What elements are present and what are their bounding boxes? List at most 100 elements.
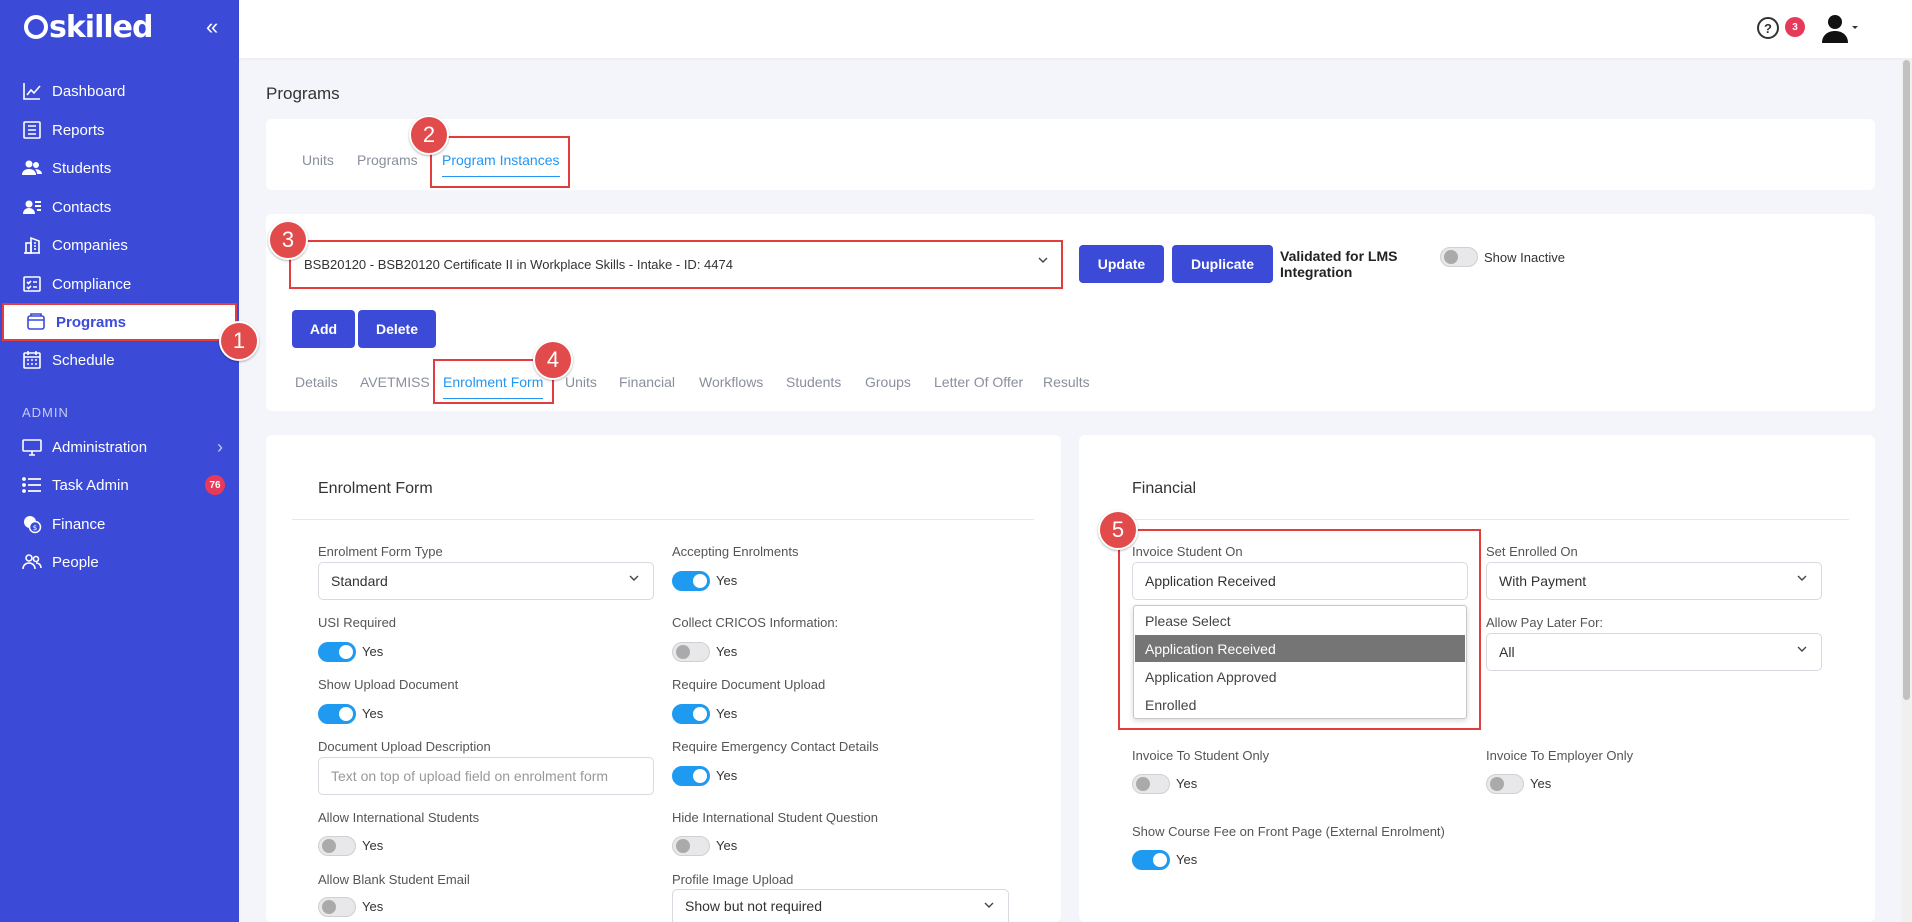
- chevron-down-icon: [1797, 575, 1807, 581]
- sidebar-item-people[interactable]: People: [0, 543, 239, 581]
- usi-required-label: USI Required: [318, 615, 397, 630]
- collect-cricos-toggle[interactable]: [672, 642, 710, 662]
- chevron-down-icon: [629, 575, 639, 581]
- sidebar-item-dashboard[interactable]: Dashboard: [0, 72, 239, 110]
- accepting-enrolments-toggle[interactable]: [672, 571, 710, 591]
- user-avatar-icon[interactable]: [1822, 13, 1858, 43]
- sidebar-item-reports[interactable]: Reports: [0, 111, 239, 149]
- highlight-program-instances: [430, 136, 570, 188]
- page-title: Programs: [266, 84, 340, 103]
- tab-units-detail[interactable]: Units: [565, 374, 597, 390]
- tab-avetmiss[interactable]: AVETMISS: [360, 374, 430, 390]
- blank-email-label: Allow Blank Student Email: [318, 872, 470, 887]
- divider: [292, 519, 1034, 520]
- show-upload-label: Show Upload Document: [318, 677, 459, 692]
- sidebar-item-companies[interactable]: Companies: [0, 226, 239, 264]
- step-marker-4: 4: [533, 340, 573, 380]
- sidebar-item-finance[interactable]: $ Finance: [0, 505, 239, 543]
- tab-groups[interactable]: Groups: [865, 374, 911, 390]
- people-icon: [22, 552, 42, 572]
- international-toggle[interactable]: [318, 836, 356, 856]
- coins-icon: $: [22, 514, 42, 534]
- pay-later-select[interactable]: All: [1486, 633, 1822, 671]
- show-upload-toggle[interactable]: [318, 704, 356, 724]
- toggle-yes-label: Yes: [716, 573, 738, 588]
- toggle-yes-label: Yes: [362, 706, 384, 721]
- scrollbar-thumb[interactable]: [1903, 60, 1910, 700]
- emergency-contact-label: Require Emergency Contact Details: [672, 739, 879, 754]
- hide-international-toggle[interactable]: [672, 836, 710, 856]
- sidebar-item-contacts[interactable]: Contacts: [0, 188, 239, 226]
- sidebar-item-compliance[interactable]: Compliance: [0, 265, 239, 303]
- tab-students[interactable]: Students: [786, 374, 841, 390]
- profile-image-select[interactable]: Show but not required: [672, 889, 1009, 922]
- toggle-yes-label: Yes: [1176, 852, 1198, 867]
- enrolment-form-title: Enrolment Form: [318, 480, 433, 497]
- sidebar-item-students[interactable]: Students: [0, 149, 239, 187]
- accepting-enrolments-label: Accepting Enrolments: [672, 544, 799, 559]
- help-icon[interactable]: ?: [1757, 17, 1779, 39]
- sidebar-item-label: Companies: [52, 236, 128, 254]
- delete-button[interactable]: Delete: [358, 310, 436, 348]
- profile-image-value: Show but not required: [685, 898, 822, 914]
- tab-workflows[interactable]: Workflows: [699, 374, 763, 390]
- toggle-yes-label: Yes: [716, 768, 738, 783]
- invoice-employer-only-toggle[interactable]: [1486, 774, 1524, 794]
- top-bar: [239, 0, 1912, 58]
- show-inactive-toggle[interactable]: [1440, 247, 1478, 267]
- sidebar: skilled « Dashboard Reports Students Con…: [0, 0, 239, 922]
- tab-details[interactable]: Details: [295, 374, 338, 390]
- collapse-sidebar-icon[interactable]: «: [206, 14, 218, 40]
- financial-title: Financial: [1132, 480, 1197, 497]
- sidebar-item-label: Contacts: [52, 198, 112, 216]
- sidebar-item-label: Task Admin: [52, 476, 129, 494]
- task-count-badge: 76: [205, 475, 225, 495]
- tab-results[interactable]: Results: [1043, 374, 1090, 390]
- tab-financial[interactable]: Financial: [619, 374, 675, 390]
- toggle-yes-label: Yes: [716, 644, 738, 659]
- doc-description-placeholder: Text on top of upload field on enrolment…: [331, 768, 609, 784]
- sidebar-item-label: Dashboard: [52, 82, 126, 100]
- add-button[interactable]: Add: [292, 310, 355, 348]
- sidebar-item-administration[interactable]: Administration ›: [0, 428, 239, 466]
- chart-line-icon: [22, 81, 42, 101]
- emergency-contact-toggle[interactable]: [672, 766, 710, 786]
- svg-text:$: $: [33, 524, 37, 532]
- set-enrolled-on-value: With Payment: [1499, 573, 1587, 589]
- blank-email-toggle[interactable]: [318, 897, 356, 917]
- duplicate-button[interactable]: Duplicate: [1172, 245, 1273, 283]
- pay-later-label: Allow Pay Later For:: [1486, 615, 1604, 630]
- update-button[interactable]: Update: [1079, 245, 1164, 283]
- toggle-yes-label: Yes: [362, 899, 384, 914]
- tab-programs[interactable]: Programs: [357, 152, 418, 168]
- sidebar-item-programs[interactable]: Programs: [2, 303, 237, 341]
- set-enrolled-on-select[interactable]: With Payment: [1486, 562, 1822, 600]
- tab-letter-of-offer[interactable]: Letter Of Offer: [934, 374, 1023, 390]
- doc-description-label: Document Upload Description: [318, 739, 491, 754]
- chevron-down-icon: [1797, 646, 1807, 652]
- usi-required-toggle[interactable]: [318, 642, 356, 662]
- course-fee-toggle[interactable]: [1132, 850, 1170, 870]
- invoice-student-only-toggle[interactable]: [1132, 774, 1170, 794]
- collect-cricos-label: Collect CRICOS Information:: [672, 615, 839, 630]
- toggle-yes-label: Yes: [716, 706, 738, 721]
- monitor-icon: [22, 437, 42, 457]
- step-marker-2: 2: [409, 115, 449, 155]
- highlight-invoice-student-on: [1118, 529, 1481, 730]
- doc-description-input[interactable]: Text on top of upload field on enrolment…: [318, 757, 654, 795]
- sidebar-item-task-admin[interactable]: Task Admin 76: [0, 466, 239, 504]
- sidebar-item-label: Reports: [52, 121, 105, 139]
- sidebar-item-label: Programs: [56, 313, 127, 331]
- require-upload-toggle[interactable]: [672, 704, 710, 724]
- toggle-yes-label: Yes: [362, 644, 384, 659]
- list-icon: [22, 475, 42, 495]
- show-inactive-label: Show Inactive: [1484, 250, 1565, 265]
- form-type-select[interactable]: Standard: [318, 562, 654, 600]
- logo[interactable]: skilled: [24, 10, 153, 45]
- course-fee-label: Show Course Fee on Front Page (External …: [1132, 824, 1445, 839]
- notification-badge[interactable]: 3: [1785, 17, 1805, 37]
- sidebar-item-schedule[interactable]: Schedule: [0, 341, 239, 379]
- tab-units[interactable]: Units: [302, 152, 334, 168]
- profile-image-label: Profile Image Upload: [672, 872, 794, 887]
- sidebar-item-label: Schedule: [52, 351, 115, 369]
